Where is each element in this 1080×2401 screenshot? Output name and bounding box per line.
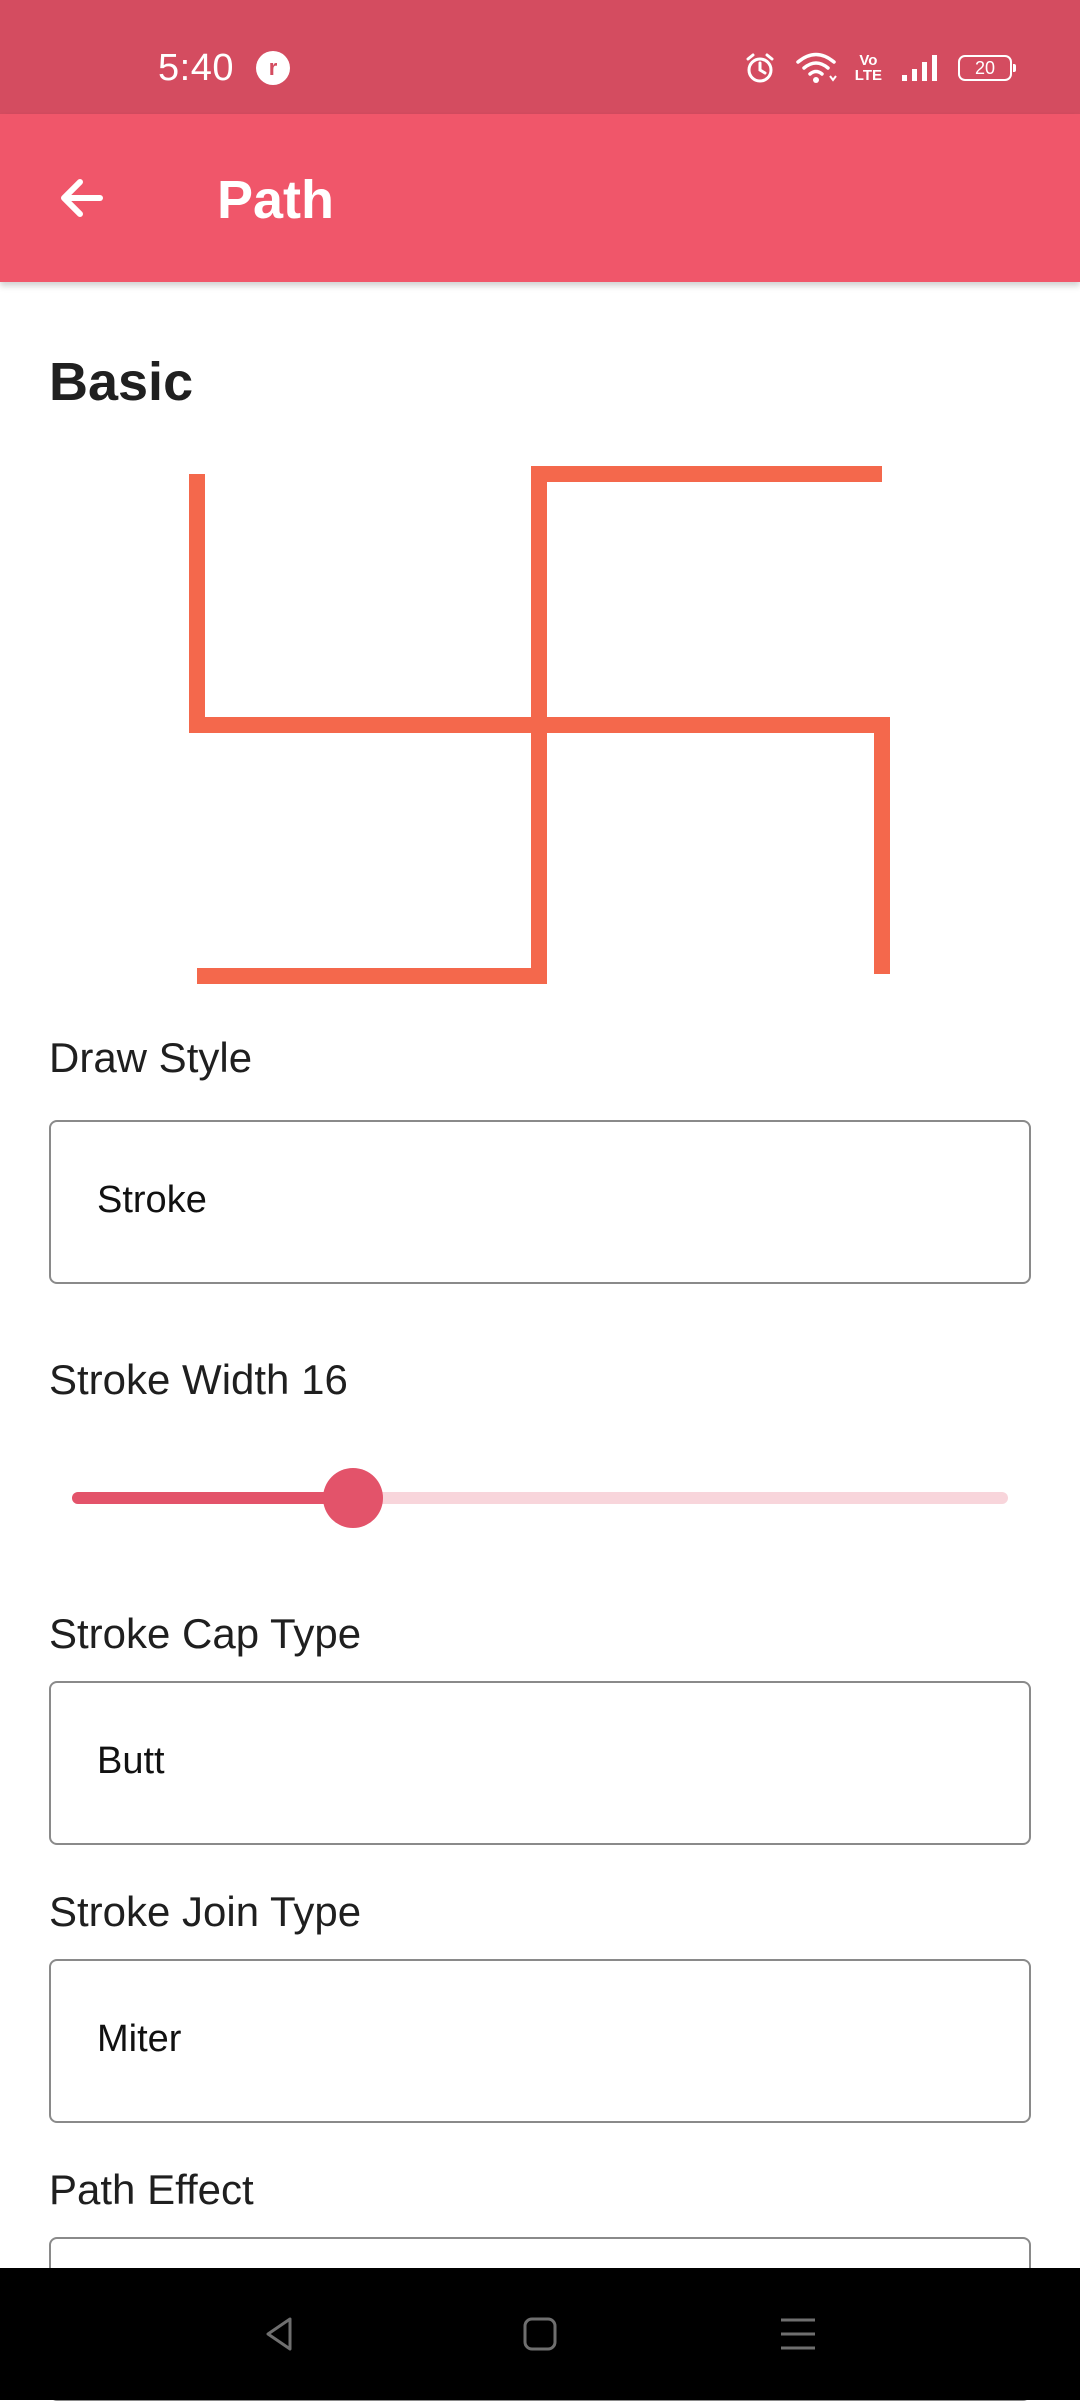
draw-style-value: Stroke bbox=[97, 1179, 207, 1221]
section-title: Basic bbox=[49, 352, 194, 412]
stroke-cap-value: Butt bbox=[97, 1740, 165, 1782]
status-icons: Vo LTE 20 bbox=[743, 48, 1016, 88]
app-bar: Path bbox=[0, 114, 1080, 282]
wifi-icon bbox=[795, 51, 837, 85]
nav-home-button[interactable] bbox=[504, 2298, 576, 2370]
status-time: 5:40 bbox=[158, 47, 234, 89]
slider-thumb[interactable] bbox=[322, 1468, 383, 1528]
app-notification-icon: r bbox=[256, 51, 290, 85]
back-button[interactable] bbox=[44, 160, 120, 236]
status-bar: 5:40 r Vo LTE 20 bbox=[0, 0, 1080, 114]
path-canvas bbox=[0, 440, 1080, 1000]
menu-lines-icon bbox=[781, 2318, 815, 2350]
signal-icon bbox=[900, 53, 940, 83]
stroke-join-label: Stroke Join Type bbox=[49, 1888, 362, 1935]
path-effect-label: Path Effect bbox=[49, 2166, 254, 2213]
battery-icon: 20 bbox=[958, 55, 1016, 81]
stroke-width-label: Stroke Width 16 bbox=[49, 1356, 348, 1403]
stroke-cap-dropdown[interactable]: Butt bbox=[49, 1681, 1031, 1845]
draw-style-label: Draw Style bbox=[49, 1034, 253, 1081]
stroke-width-slider[interactable] bbox=[72, 1460, 1008, 1536]
system-nav-bar bbox=[0, 2268, 1080, 2400]
nav-back-button[interactable] bbox=[244, 2298, 316, 2370]
nav-recents-button[interactable] bbox=[762, 2298, 834, 2370]
home-square-icon bbox=[523, 2317, 557, 2351]
page-title: Path bbox=[217, 170, 335, 230]
back-triangle-icon bbox=[266, 2317, 292, 2351]
stroke-join-dropdown[interactable]: Miter bbox=[49, 1959, 1031, 2123]
volte-label-bottom: LTE bbox=[854, 67, 882, 84]
alarm-icon bbox=[743, 51, 777, 85]
arrow-left-icon bbox=[61, 179, 103, 217]
stroke-cap-label: Stroke Cap Type bbox=[49, 1610, 362, 1657]
volte-label-top: Vo bbox=[859, 52, 878, 69]
slider-active-track bbox=[72, 1492, 353, 1504]
volte-icon: Vo LTE bbox=[855, 53, 882, 83]
draw-style-dropdown[interactable]: Stroke bbox=[49, 1120, 1031, 1284]
path-drawing bbox=[189, 466, 890, 984]
stroke-join-value: Miter bbox=[97, 2018, 182, 2060]
